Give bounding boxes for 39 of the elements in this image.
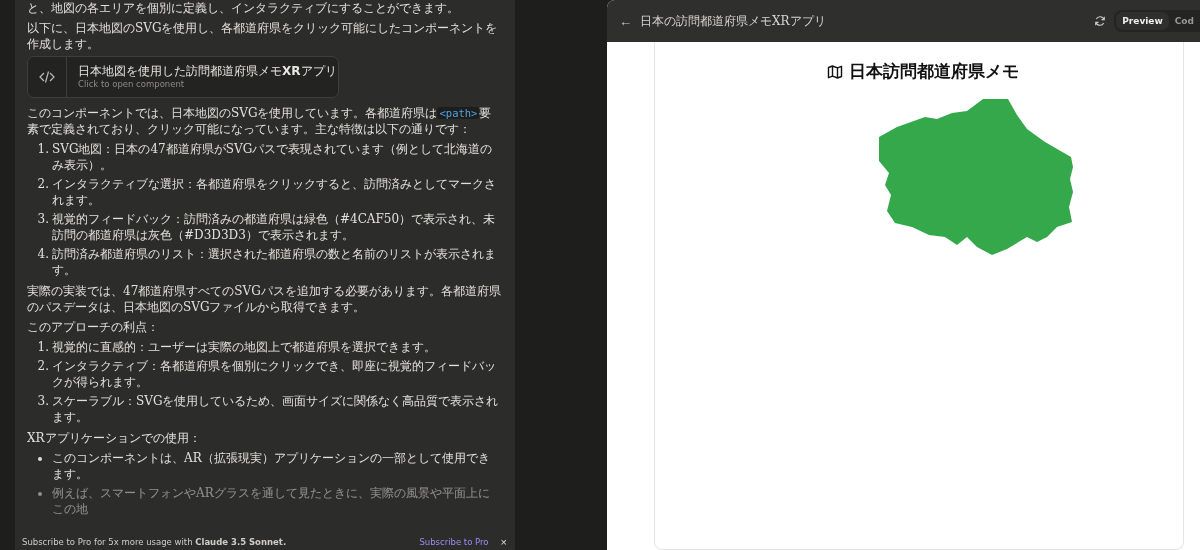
code-icon [39, 70, 55, 84]
list-number: 2. [36, 176, 50, 193]
list-item: 訪問済み都道府県のリスト：選択された都道府県の数と名前のリストが表示されます。 [52, 246, 497, 278]
app-title: 日本訪問都道府県メモ [849, 60, 1019, 83]
subscribe-link[interactable]: Subscribe to Pro [419, 536, 489, 547]
refresh-icon[interactable] [1094, 15, 1107, 27]
list-number: 3. [36, 211, 50, 228]
bullet-icon [38, 492, 42, 496]
list-item: インタラクティブ：各都道府県を個別にクリックでき、即座に視覚的フィードバックが得られます。 [52, 358, 497, 390]
close-button[interactable]: × [500, 535, 507, 548]
paragraph: このコンポーネントでは、日本地図のSVGを使用しています。各都道府県は <path> 要素で定義されており、クリック可能になっています。主な特徴は以下の通りです： [27, 105, 493, 137]
paragraph: 以下に、日本地図のSVGを使用し、各都道府県をクリック可能にしたコンポーネントを作成します。 [27, 20, 499, 52]
list-item: 視覚的に直感的：ユーザーは実際の地図上で都道府県を選択できます。 [52, 339, 436, 355]
paragraph: このアプローチの利点： [27, 319, 160, 335]
preview-title: 日本の訪問都道府県メモXRアプリ [640, 12, 826, 30]
paragraph: 実際の実装では、47都道府県すべてのSVGパスを追加する必要があります。各都道府県のパスデータは、日本地図のSVGファイルから取得できます。 [27, 283, 501, 315]
artifact-subtitle: Click to open component [78, 79, 186, 90]
banner-text: Subscribe to Pro for 5x more usage with Claude 3.5 Sonnet. [22, 536, 287, 547]
list-item: 例えば、スマートフォンやARグラスを通して見たときに、実際の風景や平面上にこの地 [52, 485, 491, 517]
list-item: SVG地図：日本の47都道府県がSVGパスで表現されています（例として北海道のみ表示）。 [52, 141, 494, 173]
list-number: 3. [36, 393, 50, 410]
bullet-icon [38, 457, 42, 461]
list-number: 4. [36, 246, 50, 263]
paragraph: と、地図の各エリアを個別に定義し、インタラクティブにすることができます。 [27, 0, 460, 16]
list-item: 視覚的フィードバック：訪問済みの都道府県は緑色（#4CAF50）で表示され、未訪問の都道府県は灰色（#D3D3D3）で表示されます。 [52, 211, 497, 243]
back-button[interactable]: ← [619, 13, 632, 29]
list-number: 1. [36, 339, 50, 355]
list-item: このコンポーネントは、AR（拡張現実）アプリケーションの一部として使用できます。 [52, 450, 491, 482]
prefecture-shape[interactable] [879, 99, 1073, 255]
artifact-card[interactable]: 日本地図を使用した訪問都道府県メモXRアプリ Click to open component [27, 56, 339, 98]
map-icon [827, 63, 843, 80]
list-item: インタラクティブな選択：各都道府県をクリックすると、訪問済みとしてマークされます。 [52, 176, 497, 208]
view-tab[interactable]: Cod [1168, 12, 1200, 30]
list-number: 2. [36, 358, 50, 375]
view-tab[interactable]: Preview [1116, 12, 1169, 30]
artifact-title: 日本地図を使用した訪問都道府県メモXRアプリ [78, 64, 337, 79]
list-item: スケーラブル：SVGを使用しているため、画面サイズに関係なく高品質で表示されます。 [52, 393, 500, 425]
list-number: 1. [36, 141, 50, 158]
paragraph: XRアプリケーションでの使用： [27, 430, 202, 446]
